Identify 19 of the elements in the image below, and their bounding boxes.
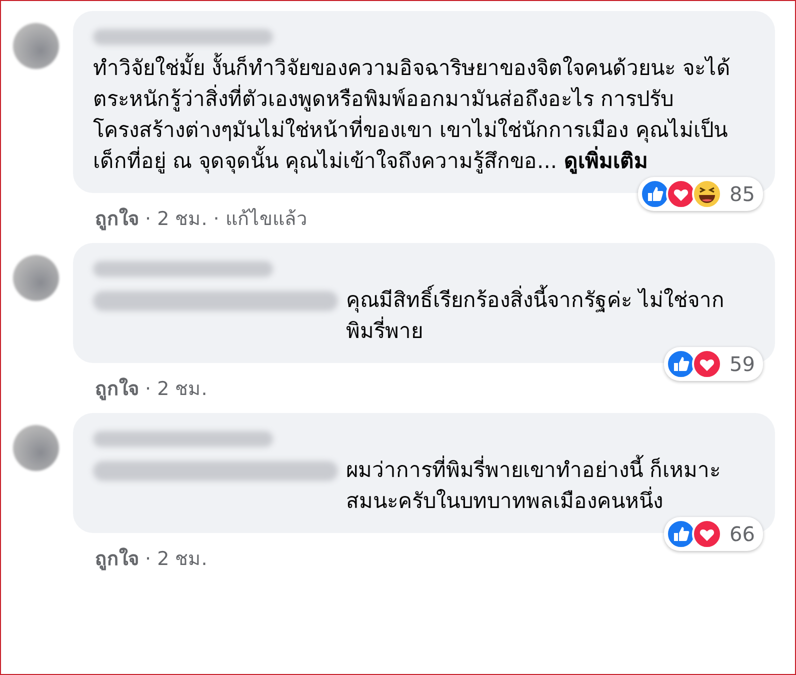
reaction-count: 59: [730, 352, 755, 376]
reactions-badge[interactable]: 59: [664, 347, 763, 381]
timestamp[interactable]: · 2 ชม.: [145, 203, 208, 233]
timestamp[interactable]: · 2 ชม.: [145, 543, 208, 573]
avatar[interactable]: [13, 23, 59, 69]
reaction-count: 66: [730, 522, 755, 546]
like-link[interactable]: ถูกใจ: [95, 373, 139, 403]
comment-text: ทำวิจัยใช่มั้ย งั้นก็ทำวิจัยของความอิจฉาริษยาของจิตใจคนด้วยนะ จะได้ตระหนักรู้ว่าสิ่งที่ตัวเองพูดหรือพิมพ์ออกมามันส่อถึงอะไร การปรับโครงสร้างต่างๆมันไม่ใช่หน้าที่ของเขา เขาไม่ใช่นักการเมือง คุณไม่เป็นเด็กที่อยู่ ณ จุดจุดนั้น คุณไม่เข้าใจถึงความรู้สึกขอ... ดูเพิ่มเติม: [93, 53, 735, 177]
reactions-badge[interactable]: 85: [638, 177, 763, 211]
reactions-badge[interactable]: 66: [664, 517, 763, 551]
reaction-count: 85: [730, 182, 755, 206]
avatar[interactable]: [13, 255, 59, 301]
like-link[interactable]: ถูกใจ: [95, 543, 139, 573]
timestamp[interactable]: · 2 ชม.: [145, 373, 208, 403]
comment-text: ผมว่าการที่พิมรี่พายเขาทำอย่างนี้ ก็เหมาะสมนะครับในบทบาทพลเมืองคนหนึ่ง: [346, 455, 735, 517]
comment-text: คุณมีสิทธิ์เรียกร้องสิ่งนี้จากรัฐค่ะ ไม่ใช่จากพิมรี่พาย: [346, 285, 735, 347]
like-link[interactable]: ถูกใจ: [95, 203, 139, 233]
avatar[interactable]: [13, 425, 59, 471]
edited-label[interactable]: · แก้ไขแล้ว: [213, 203, 308, 233]
